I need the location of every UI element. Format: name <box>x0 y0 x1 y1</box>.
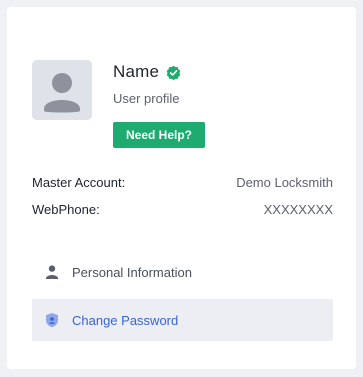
profile-name: Name <box>113 62 160 81</box>
avatar <box>32 60 92 120</box>
name-row: Name <box>113 62 181 82</box>
webphone-value: XXXXXXXX <box>263 202 333 217</box>
person-icon <box>44 264 60 280</box>
menu-item-personal-information[interactable]: Personal Information <box>32 251 333 293</box>
master-account-row: Master Account: Demo Locksmith <box>32 175 333 190</box>
master-account-value: Demo Locksmith <box>236 175 333 190</box>
need-help-button[interactable]: Need Help? <box>113 122 205 148</box>
shield-icon <box>44 312 60 328</box>
webphone-label: WebPhone: <box>32 202 100 217</box>
master-account-label: Master Account: <box>32 175 126 190</box>
menu-item-label: Change Password <box>72 312 179 328</box>
profile-subtitle: User profile <box>113 91 180 106</box>
verified-badge-icon <box>165 64 181 80</box>
webphone-row: WebPhone: XXXXXXXX <box>32 202 333 217</box>
profile-card: Name User profile Need Help? Master Acco… <box>7 7 356 369</box>
menu-item-label: Personal Information <box>72 264 192 280</box>
menu-item-change-password[interactable]: Change Password <box>32 299 333 341</box>
user-avatar-icon <box>32 60 92 120</box>
